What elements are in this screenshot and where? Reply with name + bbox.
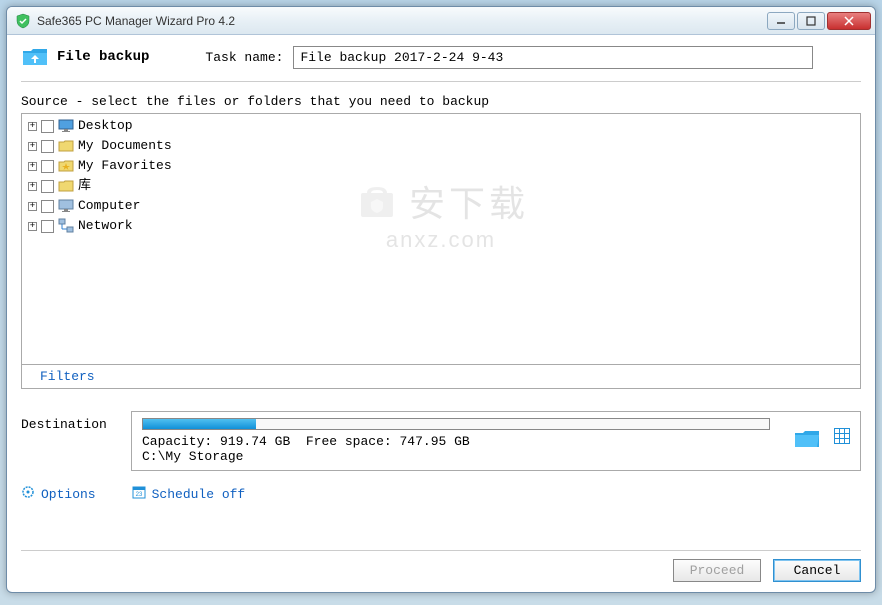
options-link[interactable]: Options [21,485,96,503]
folder-icon [58,138,74,154]
expand-icon[interactable]: + [28,122,37,131]
close-button[interactable] [827,12,871,30]
computer-icon [58,198,74,214]
calendar-icon: 23 [132,485,146,503]
proceed-button[interactable]: Proceed [673,559,761,582]
cancel-button[interactable]: Cancel [773,559,861,582]
window-title: Safe365 PC Manager Wizard Pro 4.2 [37,14,767,28]
favorites-icon [58,158,74,174]
minimize-button[interactable] [767,12,795,30]
task-name-label: Task name: [205,50,283,65]
maximize-button[interactable] [797,12,825,30]
source-tree: + Desktop + My Documents + My Favorites … [21,113,861,365]
schedule-link[interactable]: 23 Schedule off [132,485,246,503]
svg-text:23: 23 [135,492,142,498]
tree-item-label: 库 [78,177,91,195]
library-icon [58,178,74,194]
tree-item-desktop[interactable]: + Desktop [24,116,858,136]
app-window: Safe365 PC Manager Wizard Pro 4.2 File b… [6,6,876,593]
expand-icon[interactable]: + [28,202,37,211]
destination-path: C:\My Storage [142,449,770,464]
titlebar: Safe365 PC Manager Wizard Pro 4.2 [7,7,875,35]
source-label: Source - select the files or folders tha… [21,94,861,109]
task-name-input[interactable] [293,46,813,69]
checkbox[interactable] [41,120,54,133]
destination-label: Destination [21,411,131,432]
tree-item-label: Computer [78,197,140,215]
expand-icon[interactable]: + [28,222,37,231]
app-icon [15,13,31,29]
tree-item-label: Desktop [78,117,133,135]
grid-button[interactable] [834,428,850,454]
tree-item-documents[interactable]: + My Documents [24,136,858,156]
tree-item-label: Network [78,217,133,235]
expand-icon[interactable]: + [28,182,37,191]
tree-item-label: My Documents [78,137,172,155]
network-icon [58,218,74,234]
page-title: File backup [57,49,149,65]
checkbox[interactable] [41,200,54,213]
desktop-icon [58,118,74,134]
destination-panel: Capacity: 919.74 GB Free space: 747.95 G… [131,411,861,471]
tree-item-label: My Favorites [78,157,172,175]
filters-link[interactable]: Filters [21,365,861,389]
folder-backup-icon [21,45,49,69]
expand-icon[interactable]: + [28,142,37,151]
expand-icon[interactable]: + [28,162,37,171]
tree-item-favorites[interactable]: + My Favorites [24,156,858,176]
tree-item-computer[interactable]: + Computer [24,196,858,216]
checkbox[interactable] [41,140,54,153]
checkbox[interactable] [41,160,54,173]
checkbox[interactable] [41,220,54,233]
checkbox[interactable] [41,180,54,193]
gear-icon [21,485,35,503]
capacity-bar [142,418,770,430]
browse-folder-button[interactable] [794,428,820,454]
tree-item-network[interactable]: + Network [24,216,858,236]
capacity-text: Capacity: 919.74 GB Free space: 747.95 G… [142,434,770,449]
tree-item-library[interactable]: + 库 [24,176,858,196]
